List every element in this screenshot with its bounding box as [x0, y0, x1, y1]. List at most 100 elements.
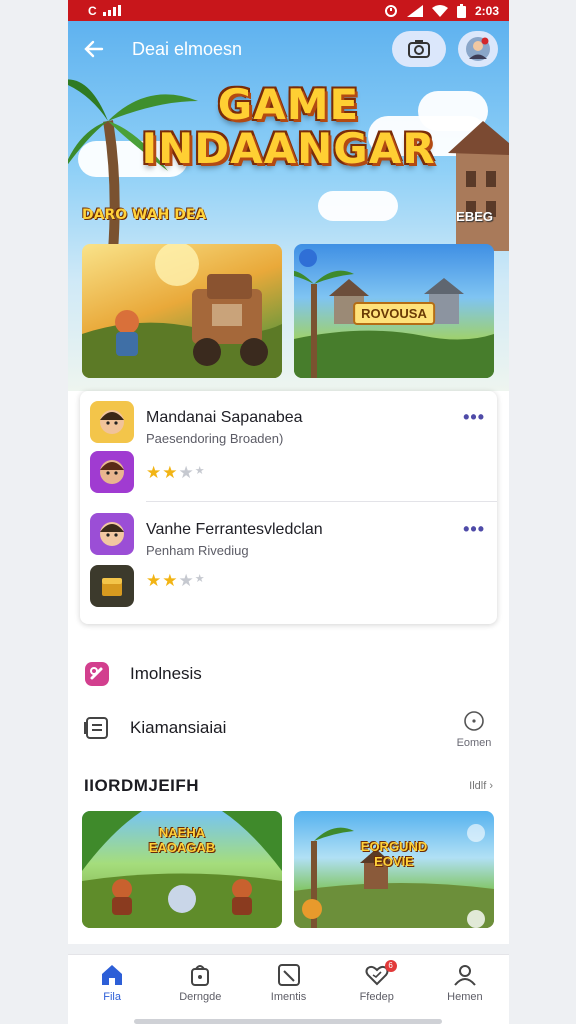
featured-game-card-2[interactable]: ROVOUSA — [294, 244, 494, 378]
list-item-subtitle: Penham Rivediug — [146, 543, 249, 558]
treasure-icon — [102, 578, 122, 596]
more-dots-icon: ••• — [463, 407, 485, 427]
status-time: 2:03 — [474, 3, 499, 18]
nav-item-ffedep[interactable]: 6 Ffedep — [333, 955, 421, 1024]
character-face-icon — [100, 460, 124, 484]
app-frame: C 2:03 Deai elmoesn GAME INDAANGAR DARO … — [68, 0, 509, 1024]
battery-icon — [456, 3, 466, 18]
profile-avatar-button[interactable] — [458, 31, 498, 67]
app-bar-title: Deai elmoesn — [132, 39, 243, 59]
card-label-line2: EOVIE — [374, 854, 414, 869]
menu-item-label: Kiamansiaiai — [130, 718, 227, 737]
game-avatar — [90, 513, 134, 555]
list-item[interactable]: Vanhe Ferrantesvledclan Penham Rivediug … — [80, 503, 497, 613]
nav-label: Fila — [103, 991, 121, 1003]
home-icon — [102, 965, 123, 985]
list-item-title: Vanhe Ferrantesvledclan — [146, 521, 323, 538]
nav-item-hemen[interactable]: Hemen — [421, 955, 509, 1024]
recommended-game-card-2[interactable]: EORGUND EOVIE — [294, 811, 494, 928]
more-options-button[interactable]: ••• — [463, 407, 485, 428]
home-indicator — [134, 1019, 442, 1024]
menu-item-action[interactable]: Eomen — [452, 710, 496, 749]
list-divider — [146, 501, 497, 502]
character-face-icon — [100, 410, 124, 434]
nav-label: Derngde — [179, 991, 222, 1003]
card-label-line1: NAEHA — [158, 825, 206, 840]
rating-stars: ★ ★ ★ ★ — [146, 571, 205, 591]
star-empty-icon: ★ — [178, 463, 194, 482]
card-label-line2: EAOAGAB — [148, 840, 216, 855]
app-bar: Deai elmoesn — [68, 29, 509, 69]
nav-item-derngde[interactable]: Derngde — [156, 955, 244, 1024]
nav-label: Hemen — [447, 991, 483, 1003]
star-empty-icon: ★ — [178, 571, 194, 590]
camera-icon — [408, 40, 430, 58]
star-filled-icon: ★ — [162, 463, 178, 482]
featured-card-label: ROVOUSA — [353, 302, 435, 325]
nav-item-imentis[interactable]: Imentis — [244, 955, 332, 1024]
menu-item-kiamansiaiai[interactable]: Kiamansiaiai Eomen — [82, 708, 496, 749]
separator — [0, 944, 576, 954]
card-label: EORGUND EOVIE — [361, 839, 427, 869]
game-avatar-secondary — [90, 565, 134, 607]
person-icon — [454, 965, 476, 986]
more-dots-icon: ••• — [463, 519, 485, 539]
hero-title-line1: GAME — [217, 80, 360, 129]
card-label: NAEHA EAOAGAB — [149, 825, 215, 855]
status-carrier: C — [88, 3, 97, 18]
list-item[interactable]: Mandanai Sapanabea Paesendoring Broaden)… — [80, 391, 497, 502]
signal-icon — [102, 5, 121, 16]
hero-banner: Deai elmoesn GAME INDAANGAR DARO WAH DEA… — [68, 21, 509, 391]
star-filled-icon: ★ — [146, 571, 162, 590]
back-button[interactable] — [80, 35, 108, 63]
cloud-decoration — [318, 191, 398, 221]
section-more-link[interactable]: Ildlf › — [469, 780, 493, 792]
avatar-icon — [466, 37, 490, 61]
star-filled-icon: ★ — [162, 571, 178, 590]
notification-badge: 6 — [384, 960, 397, 972]
nav-label: Imentis — [270, 991, 307, 1003]
list-item-title: Mandanai Sapanabea — [146, 409, 303, 426]
notes-icon — [82, 713, 112, 743]
cell-signal-icon — [406, 4, 423, 17]
status-left: C — [88, 4, 121, 18]
bottom-nav: Fila Derngde Imentis 6 Ffedep Hemen — [68, 954, 509, 1024]
nav-item-home[interactable]: Fila — [68, 955, 156, 1024]
character-face-icon — [100, 522, 124, 546]
wifi-icon — [431, 4, 448, 17]
recommended-game-card-1[interactable]: NAEHA EAOAGAB — [82, 811, 282, 928]
game-list-panel: Mandanai Sapanabea Paesendoring Broaden)… — [80, 391, 497, 624]
heart-tag-icon — [82, 659, 112, 689]
rating-stars: ★ ★ ★ ★ — [146, 463, 205, 483]
menu-section: Imolnesis Kiamansiaiai Eomen IIORDMJEIFH… — [68, 640, 509, 940]
bag-icon — [191, 965, 210, 986]
hero-game-title: GAME INDAANGAR — [68, 83, 509, 171]
menu-item-action-label: Eomen — [456, 737, 492, 749]
status-right: 2:03 — [384, 3, 499, 18]
star-empty-icon: ★ — [194, 465, 205, 477]
pen-square-icon — [277, 964, 300, 986]
hero-tag-right: EBEG — [456, 209, 493, 224]
star-filled-icon: ★ — [146, 463, 162, 482]
menu-item-label: Imolnesis — [130, 664, 202, 683]
alarm-icon — [384, 4, 397, 17]
menu-item-imolnesis[interactable]: Imolnesis — [82, 654, 496, 694]
star-empty-icon: ★ — [194, 573, 205, 585]
hero-title-line2: INDAANGAR — [141, 124, 436, 173]
game-avatar — [90, 401, 134, 443]
game-avatar-secondary — [90, 451, 134, 493]
list-item-subtitle: Paesendoring Broaden) — [146, 431, 284, 446]
section-title: IIORDMJEIFH — [84, 776, 200, 795]
hero-tag-left: DARO WAH DEA — [82, 207, 207, 223]
status-bar: C 2:03 — [68, 0, 509, 21]
card-label-line1: EORGUND — [360, 839, 428, 854]
arrow-left-icon — [84, 40, 104, 58]
chevron-right-icon: › — [489, 780, 493, 792]
nav-label: Ffedep — [359, 991, 394, 1003]
more-options-button[interactable]: ••• — [463, 519, 485, 540]
camera-button[interactable] — [392, 31, 446, 67]
add-circle-icon — [464, 711, 484, 731]
featured-game-card-1[interactable] — [82, 244, 282, 378]
game-scene-illustration — [82, 244, 282, 378]
section-more-label: Ildlf — [469, 780, 487, 792]
